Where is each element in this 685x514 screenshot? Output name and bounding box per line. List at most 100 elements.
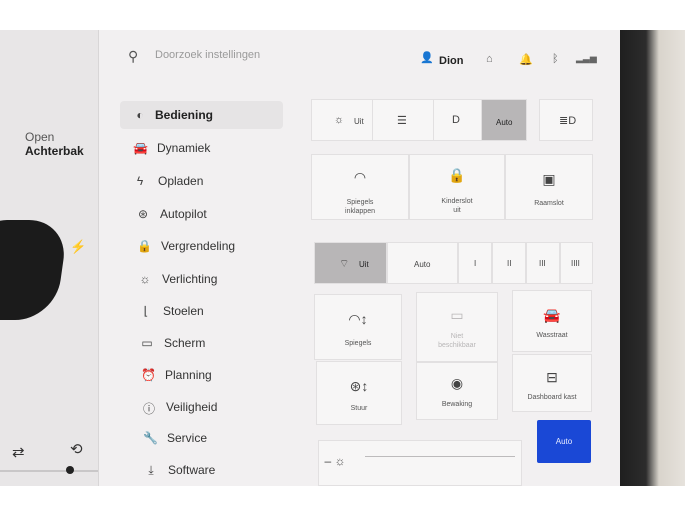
sidebar-item-stoelen[interactable]: ⌊ Stoelen — [120, 297, 283, 325]
home-icon[interactable]: ⌂ — [486, 53, 493, 65]
wiper-speed-2-button[interactable]: II — [492, 242, 526, 284]
mirror-icon: ◠ — [353, 169, 367, 185]
sidebar-item-verlichting[interactable]: ☼ Verlichting — [120, 265, 283, 293]
child-lock-button[interactable]: 🔒 Kinderslot uit — [409, 154, 505, 220]
dashcam-icon: ⊟ — [546, 369, 558, 385]
guard-mode-label: Bewaking — [441, 401, 473, 408]
car-wash-icon: 🚘 — [543, 307, 561, 323]
window-lock-icon: ▣ — [542, 171, 556, 187]
unavailable-icon: ▭ — [450, 307, 464, 323]
sun-icon: ☼ — [139, 272, 151, 286]
media-progress-track[interactable] — [0, 470, 98, 472]
unavailable-label-line2: beschikbaar — [438, 342, 476, 349]
wipers-off-label: Uit — [359, 260, 369, 269]
download-icon: ⤓ — [148, 463, 154, 477]
wiper-speed-1-button[interactable]: I — [458, 242, 492, 284]
brightness-auto-button[interactable]: Auto — [537, 420, 591, 463]
parking-lights-button[interactable]: ☰ — [372, 99, 434, 141]
sidebar-item-vergrendeling[interactable]: 🔒 Vergrendeling — [120, 232, 283, 260]
low-beam-button[interactable]: D — [433, 99, 482, 141]
toggle-icon: ◐ — [136, 108, 144, 122]
search-icon: ⚲ — [128, 48, 139, 64]
sidebar-item-label: Vergrendeling — [161, 239, 236, 253]
bezel-top — [0, 0, 685, 30]
brightness-slider[interactable] — [365, 456, 515, 457]
window-lock-label: Raamslot — [534, 200, 564, 207]
steering-adjust-icon: ⊛↕ — [349, 378, 369, 394]
wipers-auto-label: Auto — [414, 260, 431, 269]
sidebar-item-scherm[interactable]: ▭ Scherm — [120, 329, 283, 357]
wiper-speed-label: II — [507, 259, 512, 268]
touchscreen: Open Achterbak ⚡ ⇄ ⟲ ⚲ 👤 Dion ⌂ 🔔 ᛒ ▂▃▅ … — [0, 30, 620, 486]
sidebar-item-label: Scherm — [164, 336, 206, 350]
fold-mirrors-label-line1: Spiegels — [346, 199, 374, 206]
mirror-adjust-icon: ◠↕ — [348, 311, 368, 327]
wiper-speed-3-button[interactable]: III — [526, 242, 560, 284]
steering-wheel-icon: ⊛ — [137, 207, 149, 221]
sidebar-item-service[interactable]: 🔧 Service — [120, 424, 283, 452]
sidebar-item-label: Verlichting — [162, 272, 218, 286]
dashcam-button[interactable]: ⊟ Dashboard kast — [512, 354, 592, 412]
sidebar-item-label: Autopilot — [160, 207, 207, 221]
child-lock-label-line1: Kinderslot — [441, 198, 473, 205]
sidebar-item-planning[interactable]: ⏰ Planning — [120, 361, 283, 389]
bezel-right — [620, 30, 685, 486]
user-icon[interactable]: 👤 — [420, 51, 434, 64]
bell-icon[interactable]: 🔔 — [519, 53, 533, 66]
signal-icon: ▂▃▅ — [576, 53, 597, 63]
display-icon: ▭ — [141, 336, 153, 350]
guard-mode-button[interactable]: ◉ Bewaking — [416, 362, 498, 420]
car-icon: 🚘 — [133, 141, 148, 155]
wrench-icon: 🔧 — [143, 431, 158, 445]
seat-icon: ⌊ — [143, 304, 149, 318]
bluetooth-icon[interactable]: ᛒ — [552, 53, 559, 65]
lights-auto-button[interactable]: Auto — [481, 99, 527, 141]
low-beam-icon: D — [452, 114, 460, 126]
sidebar-item-autopilot[interactable]: ⊛ Autopilot — [120, 200, 283, 228]
adjust-mirrors-button[interactable]: ◠↕ Spiegels — [314, 294, 402, 360]
wiper-icon: ⌔ — [339, 258, 350, 270]
user-name[interactable]: Dion — [439, 55, 463, 67]
charge-port-icon[interactable]: ⚡ — [70, 239, 86, 255]
wipers-auto-button[interactable]: Auto — [387, 242, 458, 284]
child-lock-icon: 🔒 — [448, 167, 466, 183]
shuffle-icon[interactable]: ⇄ — [12, 443, 25, 461]
lights-auto-label: Auto — [496, 118, 513, 127]
info-icon: ⓘ — [142, 402, 155, 416]
open-trunk-button[interactable]: Open Achterbak — [25, 130, 84, 158]
car-panel: Open Achterbak ⚡ ⇄ ⟲ — [0, 30, 99, 486]
fold-mirrors-button[interactable]: ◠ Spiegels inklappen — [311, 154, 409, 220]
high-beam-button[interactable]: ≣D — [539, 99, 593, 141]
bolt-icon: ϟ — [136, 174, 144, 188]
lights-off-label: Uit — [354, 117, 364, 126]
lock-icon: 🔒 — [137, 239, 152, 253]
lights-off-button[interactable]: ☼ Uit — [311, 99, 373, 141]
media-progress-handle[interactable] — [66, 466, 74, 474]
adjust-steering-button[interactable]: ⊛↕ Stuur — [316, 361, 402, 425]
fold-mirrors-label-line2: inklappen — [345, 208, 375, 215]
car-wash-label: Wasstraat — [536, 332, 568, 339]
adjust-steering-label: Stuur — [350, 405, 368, 412]
sidebar-item-label: Software — [168, 463, 216, 477]
parking-lights-icon: ☰ — [397, 115, 407, 127]
unavailable-label-line1: Niet — [450, 333, 464, 340]
sidebar-item-bediening[interactable]: ◐ Bediening — [120, 101, 283, 129]
adjust-mirrors-label: Spiegels — [344, 340, 372, 347]
sidebar-item-veiligheid[interactable]: ⓘ Veiligheid — [120, 393, 283, 421]
search-input[interactable] — [153, 48, 357, 62]
wiper-speed-label: III — [539, 259, 546, 268]
window-lock-button[interactable]: ▣ Raamslot — [505, 154, 593, 220]
trunk-label: Achterbak — [25, 144, 84, 158]
header: ⚲ 👤 Dion ⌂ 🔔 ᛒ ▂▃▅ — [98, 30, 620, 86]
wiper-speed-4-button[interactable]: IIII — [560, 242, 593, 284]
sidebar-item-label: Opladen — [158, 174, 204, 188]
sidebar-item-label: Service — [167, 431, 208, 445]
sun-icon: ☼ — [334, 114, 345, 126]
sidebar-item-label: Veiligheid — [166, 400, 218, 414]
repeat-icon[interactable]: ⟲ — [70, 440, 83, 458]
trunk-action-label: Open — [25, 130, 55, 144]
car-wash-button[interactable]: 🚘 Wasstraat — [512, 290, 592, 352]
sidebar-item-opladen[interactable]: ϟ Opladen — [120, 167, 283, 195]
sidebar-item-dynamiek[interactable]: 🚘 Dynamiek — [120, 134, 283, 162]
wipers-off-button[interactable]: ⌔ Uit — [314, 242, 387, 284]
